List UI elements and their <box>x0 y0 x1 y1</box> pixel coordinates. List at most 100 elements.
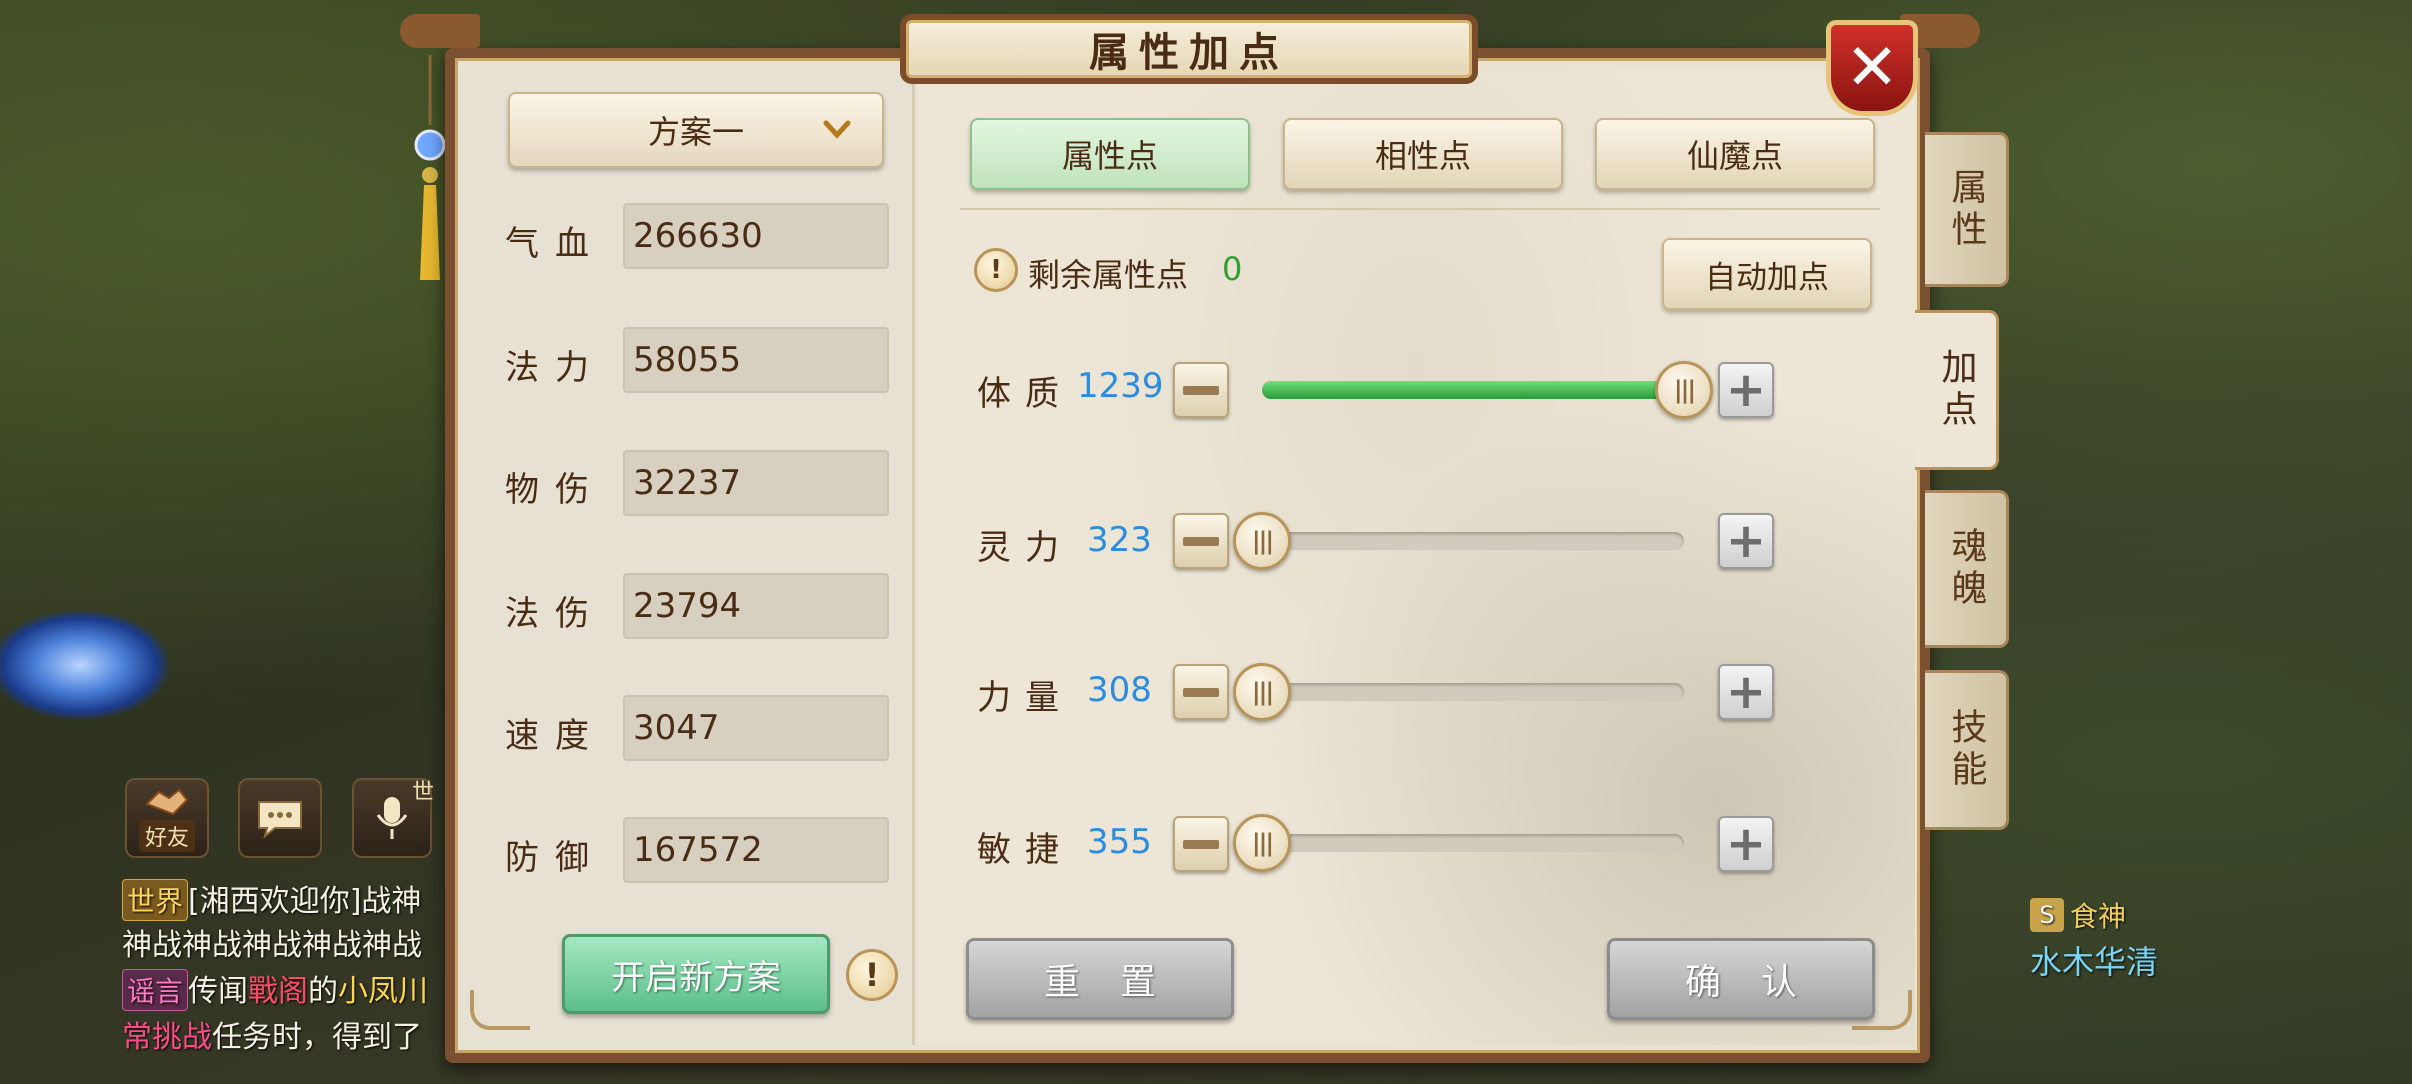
attr-label-spirit: 灵力 <box>977 528 1073 568</box>
chat-tag-world: 世界 <box>122 879 189 921</box>
attr-value-strength: 308 <box>1087 670 1152 710</box>
frame-cap-left <box>400 14 480 48</box>
grip-icon: ||| <box>1673 376 1696 404</box>
friends-label: 好友 <box>138 820 195 852</box>
npc-title: 食神 <box>2070 900 2127 933</box>
minus-icon <box>1183 687 1219 697</box>
agility-slider-handle[interactable]: ||| <box>1233 814 1291 872</box>
chat-line-4: 常挑战任务时，得到了 <box>122 1012 422 1056</box>
spirit-slider-track[interactable] <box>1262 532 1684 550</box>
minus-icon <box>1183 839 1219 849</box>
info-icon[interactable]: ! <box>846 949 898 1001</box>
side-tab-attributes-label: 属性 <box>1945 167 1987 252</box>
grip-icon: ||| <box>1251 678 1274 706</box>
stat-label-mana: 法力 <box>505 348 605 388</box>
side-tab-soul[interactable]: 魂魄 <box>1925 490 2009 648</box>
increase-agility-button[interactable]: + <box>1718 816 1774 872</box>
constitution-slider-handle[interactable]: ||| <box>1655 361 1713 419</box>
microphone-icon <box>376 797 408 839</box>
attr-value-spirit: 323 <box>1087 520 1152 560</box>
chat-button[interactable] <box>238 778 322 858</box>
plan-selected-label: 方案一 <box>647 113 744 151</box>
constitution-slider-track[interactable] <box>1262 381 1684 399</box>
side-tab-allocate-label: 加点 <box>1935 348 1977 432</box>
tab-attribute-points[interactable]: 属性点 <box>970 118 1250 190</box>
close-icon: ✕ <box>1845 31 1899 105</box>
stat-label-phys-dmg: 物伤 <box>505 470 605 510</box>
attr-label-constitution: 体质 <box>977 374 1073 414</box>
voice-button[interactable]: 世 <box>352 778 434 858</box>
auto-allocate-button[interactable]: 自动加点 <box>1662 238 1872 310</box>
stat-value-defense: 167572 <box>623 817 889 883</box>
tab-immortal-demon-points[interactable]: 仙魔点 <box>1595 118 1875 190</box>
remaining-points-value: 0 <box>1222 250 1243 288</box>
chat-tag-rumor: 谣言 <box>122 969 189 1011</box>
chevron-down-icon <box>823 120 851 139</box>
divider <box>960 208 1880 210</box>
stat-label-speed: 速度 <box>505 716 605 756</box>
npc-title-icon: S <box>2030 898 2064 932</box>
charm-ornament <box>410 55 450 285</box>
chat-text-4a: 常挑战 <box>122 1020 212 1055</box>
attr-value-constitution: 1239 <box>1077 366 1164 406</box>
tab-affinity-points[interactable]: 相性点 <box>1283 118 1563 190</box>
minus-icon <box>1183 536 1219 546</box>
stat-label-hp: 气血 <box>505 224 605 264</box>
increase-spirit-button[interactable]: + <box>1718 513 1774 569</box>
close-button[interactable]: ✕ <box>1826 20 1918 116</box>
decrease-agility-button[interactable] <box>1173 816 1229 872</box>
strength-slider-handle[interactable]: ||| <box>1233 663 1291 721</box>
increase-constitution-button[interactable]: + <box>1718 362 1774 418</box>
confirm-button[interactable]: 确认 <box>1607 938 1875 1020</box>
increase-strength-button[interactable]: + <box>1718 664 1774 720</box>
grip-icon: ||| <box>1251 527 1274 555</box>
remaining-points-label: 剩余属性点 <box>1028 256 1189 294</box>
attr-label-agility: 敏捷 <box>977 830 1073 870</box>
chat-text-4b: 任务时，得到了 <box>212 1020 422 1055</box>
world-channel-badge: 世 <box>411 780 434 805</box>
side-tab-soul-label: 魂魄 <box>1945 527 1987 611</box>
side-tab-skills[interactable]: 技能 <box>1925 670 2009 830</box>
remaining-info-icon[interactable]: ! <box>974 248 1018 292</box>
grip-icon: ||| <box>1251 829 1274 857</box>
constitution-slider-fill <box>1262 381 1684 399</box>
stat-value-phys-dmg: 32237 <box>623 450 889 516</box>
plus-icon: + <box>1725 513 1767 569</box>
decrease-spirit-button[interactable] <box>1173 513 1229 569</box>
handshake-icon <box>145 788 189 816</box>
stat-label-magic-dmg: 法伤 <box>505 594 605 634</box>
chat-line-3: 谣言 传闻戰阁的小凤川 <box>122 966 428 1011</box>
friends-button[interactable]: 好友 <box>125 778 209 858</box>
chat-text-3c: 的 <box>308 974 339 1009</box>
decrease-strength-button[interactable] <box>1173 664 1229 720</box>
chat-bubble-icon <box>258 801 302 839</box>
stat-value-hp: 266630 <box>623 203 889 269</box>
npc-nameplate[interactable]: S 食神 水木华清 <box>2030 895 2158 983</box>
stat-value-magic-dmg: 23794 <box>623 573 889 639</box>
chat-text-3b: 戰阁 <box>248 974 309 1009</box>
chat-text-3a: 传闻 <box>188 974 249 1009</box>
plus-icon: + <box>1725 664 1767 720</box>
side-tab-allocate[interactable]: 加点 <box>1915 310 1999 470</box>
reset-button[interactable]: 重置 <box>966 938 1234 1020</box>
side-tab-skills-label: 技能 <box>1945 708 1987 792</box>
new-plan-button[interactable]: 开启新方案 <box>562 934 830 1014</box>
agility-slider-track[interactable] <box>1262 834 1684 852</box>
strength-slider-track[interactable] <box>1262 683 1684 701</box>
decrease-constitution-button[interactable] <box>1173 362 1229 418</box>
plus-icon: + <box>1725 362 1767 418</box>
minus-icon <box>1183 385 1219 395</box>
teleport-circle <box>0 610 170 720</box>
chat-text-3d: 小凤川 <box>338 974 429 1009</box>
window-title: 属性加点 <box>900 14 1478 84</box>
chat-text-1: [湘西欢迎你]战神 <box>188 884 422 919</box>
side-tab-attributes[interactable]: 属性 <box>1925 132 2009 287</box>
stat-value-speed: 3047 <box>623 695 889 761</box>
attr-label-strength: 力量 <box>977 678 1073 718</box>
corner-ornament <box>470 990 530 1030</box>
chat-line-1: 世界 [湘西欢迎你]战神 <box>122 876 421 921</box>
npc-name: 水木华清 <box>2030 943 2159 981</box>
attr-value-agility: 355 <box>1087 822 1152 862</box>
plan-dropdown[interactable]: 方案一 <box>508 92 884 168</box>
spirit-slider-handle[interactable]: ||| <box>1233 512 1291 570</box>
